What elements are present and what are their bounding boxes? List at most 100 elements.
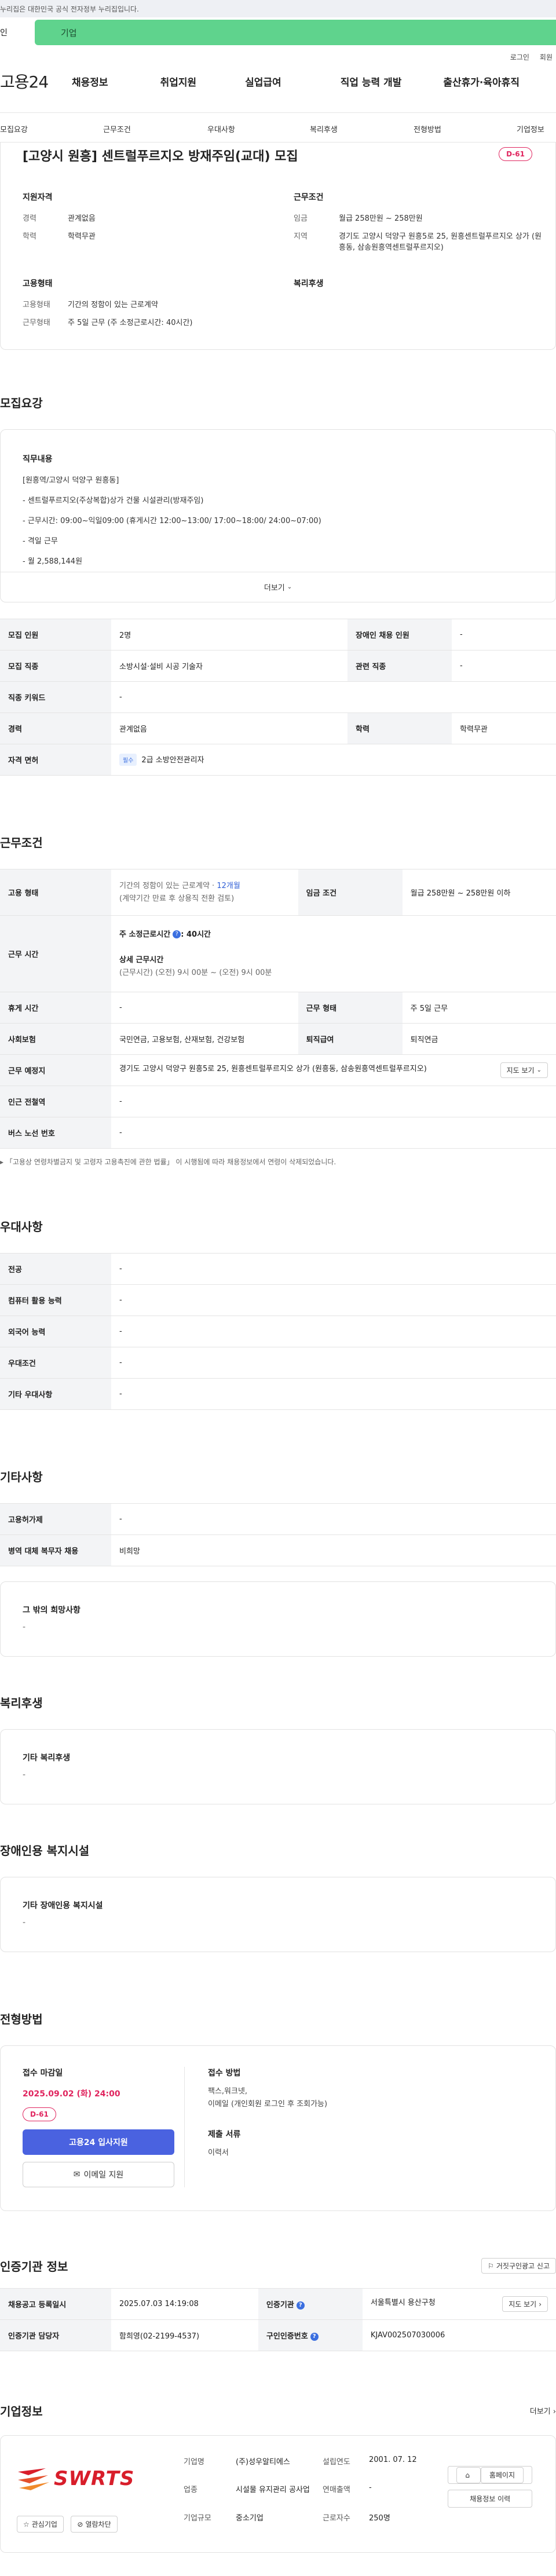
cell-value: 관계없음 bbox=[111, 712, 348, 744]
email-apply-button[interactable]: ✉ 이메일 지원 bbox=[23, 2162, 174, 2187]
job-description-card: 직무내용 [원흥역/고양시 덕양구 원흥동] - 센트럴푸르지오(주상복합)상가… bbox=[0, 429, 556, 602]
apply-goyong24-button[interactable]: 고용24 입사지원 bbox=[23, 2129, 174, 2155]
tab-recruit[interactable]: 모집요강 bbox=[0, 123, 28, 134]
tab-company-info[interactable]: 기업정보 bbox=[517, 123, 544, 134]
place-cell: 경기도 고양시 덕양구 원흥5로 25, 원흥센트럴푸르지오 상가 (원흥동, … bbox=[111, 1054, 556, 1086]
cond-heading: 근무조건 bbox=[294, 193, 324, 202]
info-label: 설립연도 bbox=[323, 2458, 350, 2467]
gov-notice-bar: 누리집은 대한민국 공식 전자정부 누리집입니다. bbox=[0, 0, 556, 17]
tab-welfare[interactable]: 복리후생 bbox=[310, 123, 338, 134]
emp-type-note: (계약기간 만료 후 상용직 전환 검토) bbox=[119, 894, 235, 903]
cell-value: - bbox=[111, 1316, 556, 1347]
cell-value: 2명 bbox=[111, 619, 348, 651]
table-row: 자격 면허 필수 2급 소방안전관리자 bbox=[0, 744, 556, 776]
cell-value: 주 5일 근무 bbox=[402, 992, 556, 1024]
required-badge: 필수 bbox=[119, 754, 137, 766]
cell-label: 직종 키워드 bbox=[0, 681, 111, 713]
box-value: - bbox=[23, 1918, 26, 1927]
tab-preferences[interactable]: 우대사항 bbox=[207, 123, 235, 134]
info-label: 기업규모 bbox=[184, 2513, 211, 2523]
gnb-item-unemployment[interactable]: 실업급여 bbox=[245, 74, 281, 89]
cert-org-label-cell: 인증기관? bbox=[258, 2288, 363, 2320]
more-button[interactable]: 더보기 ⌄ bbox=[1, 572, 555, 602]
other-wishes-box: 그 밖의 희망사항 - bbox=[0, 1581, 556, 1657]
map-button[interactable]: 지도 보기 › bbox=[502, 2296, 548, 2312]
gnb-item-training[interactable]: 직업 능력 개발 bbox=[341, 74, 402, 89]
table-row: 인증기관 담당자 함희영(02-2199-4537) 구인인증번호? KJAV0… bbox=[0, 2319, 556, 2351]
cond-label: 지역 bbox=[294, 232, 308, 241]
info-label: 근로자수 bbox=[323, 2513, 350, 2523]
info-value: (주)성우알티에스 bbox=[236, 2458, 290, 2467]
job-summary-card: [고양시 원흥] 센트럴푸르지오 방재주임(교대) 모집 D-61 지원자격 경… bbox=[0, 142, 556, 350]
company-info-grid: 기업명 (주)성우알티에스 설립연도 2001. 07. 12 업종 시설물 유지관리 … bbox=[184, 2456, 444, 2533]
cert-table: 채용공고 등록일시 2025.07.03 14:19:08 인증기관? 서울특별… bbox=[0, 2288, 556, 2351]
hours-cell: 주 소정근로시간?: 40시간 상세 근무시간 (근무시간) (오전) 9시 0… bbox=[111, 915, 556, 992]
section-title-work: 근무조건 bbox=[0, 836, 43, 850]
cell-label: 근무 예정지 bbox=[0, 1054, 111, 1086]
cell-value: - bbox=[111, 992, 298, 1024]
cell-label: 임금 조건 bbox=[298, 869, 403, 916]
cell-label: 우대조건 bbox=[0, 1347, 111, 1379]
homepage-button[interactable]: ⌂ 홈페이지 bbox=[448, 2466, 532, 2484]
map-button[interactable]: 지도 보기 ⌄ bbox=[500, 1062, 548, 1078]
gnb-item-employment-support[interactable]: 취업지원 bbox=[160, 74, 197, 89]
company-actions: ⌂ 홈페이지 채용정보 이력 bbox=[448, 2466, 532, 2508]
cell-value: 퇴직연금 bbox=[402, 1023, 556, 1055]
job-title: [고양시 원흥] 센트럴푸르지오 방재주임(교대) 모집 bbox=[23, 149, 298, 164]
cell-label: 장애인 채용 인원 bbox=[348, 619, 452, 651]
cell-label: 인증기관 bbox=[266, 2301, 294, 2310]
report-false-ad-button[interactable]: ⚐ 거짓구인광고 신고 bbox=[481, 2258, 556, 2274]
welfare-box: 기타 복리후생 - bbox=[0, 1729, 556, 1804]
chevron-down-icon: ⌄ bbox=[536, 1067, 542, 1073]
tab-work-conditions[interactable]: 근무조건 bbox=[103, 123, 131, 134]
table-row: 기타 우대사항 - bbox=[0, 1378, 556, 1410]
weekly-hours-value: : 40시간 bbox=[181, 930, 211, 939]
table-row: 휴게 시간 - 근무 형태 주 5일 근무 bbox=[0, 992, 556, 1024]
cell-value: - bbox=[111, 1253, 556, 1285]
cell-label: 전공 bbox=[0, 1253, 111, 1285]
info-value: 중소기업 bbox=[236, 2513, 264, 2523]
help-icon[interactable]: ? bbox=[310, 2332, 319, 2341]
block-icon: ⊘ bbox=[77, 2520, 83, 2529]
utility-links: 로그인 회원 bbox=[0, 45, 556, 64]
email-apply-label: 이메일 지원 bbox=[83, 2171, 124, 2180]
help-icon[interactable]: ? bbox=[173, 930, 181, 938]
cell-label: 휴게 시간 bbox=[0, 992, 111, 1024]
company-more-link[interactable]: 더보기 › bbox=[530, 2405, 556, 2416]
section-title-disabled: 장애인용 복지시설 bbox=[0, 1844, 90, 1858]
cell-value: - bbox=[111, 1117, 556, 1149]
help-icon[interactable]: ? bbox=[296, 2301, 305, 2310]
mail-icon: ✉ bbox=[73, 2170, 81, 2179]
gnb-item-jobs[interactable]: 채용정보 bbox=[72, 74, 108, 89]
cert-no-label-cell: 구인인증번호? bbox=[258, 2319, 363, 2351]
job-history-button[interactable]: 채용정보 이력 bbox=[448, 2490, 532, 2508]
info-label: 업종 bbox=[184, 2486, 197, 2495]
block-company-button[interactable]: ⊘ 열람차단 bbox=[71, 2516, 118, 2533]
user-type-tabs: 인 기업 bbox=[0, 20, 556, 45]
site-logo[interactable]: 고용24 bbox=[0, 70, 64, 93]
docs-value: 이력서 bbox=[208, 2149, 229, 2157]
login-link[interactable]: 로그인 bbox=[510, 52, 529, 64]
cell-label: 고용허가제 bbox=[0, 1503, 111, 1535]
cell-label: 근무 시간 bbox=[0, 915, 111, 992]
favorite-company-button[interactable]: ☆ 관심기업 bbox=[17, 2516, 64, 2533]
section-title-etc: 기타사항 bbox=[0, 1470, 43, 1484]
signup-link[interactable]: 회원 bbox=[540, 52, 553, 64]
cell-label: 기타 우대사항 bbox=[0, 1378, 111, 1410]
cell-value: 소방시설·설비 시공 기술자 bbox=[111, 650, 348, 682]
desc-line: - 센트럴푸르지오(주상복합)상가 건물 시설관리(방재주임) bbox=[23, 496, 204, 505]
cell-value: KJAV002507030006 bbox=[362, 2319, 556, 2351]
tab-selection[interactable]: 전형방법 bbox=[414, 123, 441, 134]
tab-individual[interactable]: 인 bbox=[0, 20, 35, 45]
more-label: 더보기 bbox=[529, 2407, 551, 2416]
gnb-item-leave[interactable]: 출산휴가·육아휴직 bbox=[443, 74, 520, 89]
method-heading: 접수 방법 bbox=[208, 2069, 241, 2078]
home-icon: ⌂ bbox=[456, 2467, 481, 2483]
emp-type-cell: 기간의 정함이 있는 근로계약 · 12개월 (계약기간 만료 후 상용직 전환 … bbox=[111, 869, 298, 916]
table-row: 사회보험 국민연금, 고용보험, 산재보험, 건강보험 퇴직급여 퇴직연금 bbox=[0, 1023, 556, 1055]
table-row: 직종 키워드 - bbox=[0, 681, 556, 713]
tab-company[interactable]: 기업 bbox=[35, 20, 556, 45]
cell-label: 구인인증번호 bbox=[266, 2332, 308, 2341]
box-value: - bbox=[23, 1770, 26, 1780]
report-label: 거짓구인광고 신고 bbox=[496, 2262, 550, 2270]
